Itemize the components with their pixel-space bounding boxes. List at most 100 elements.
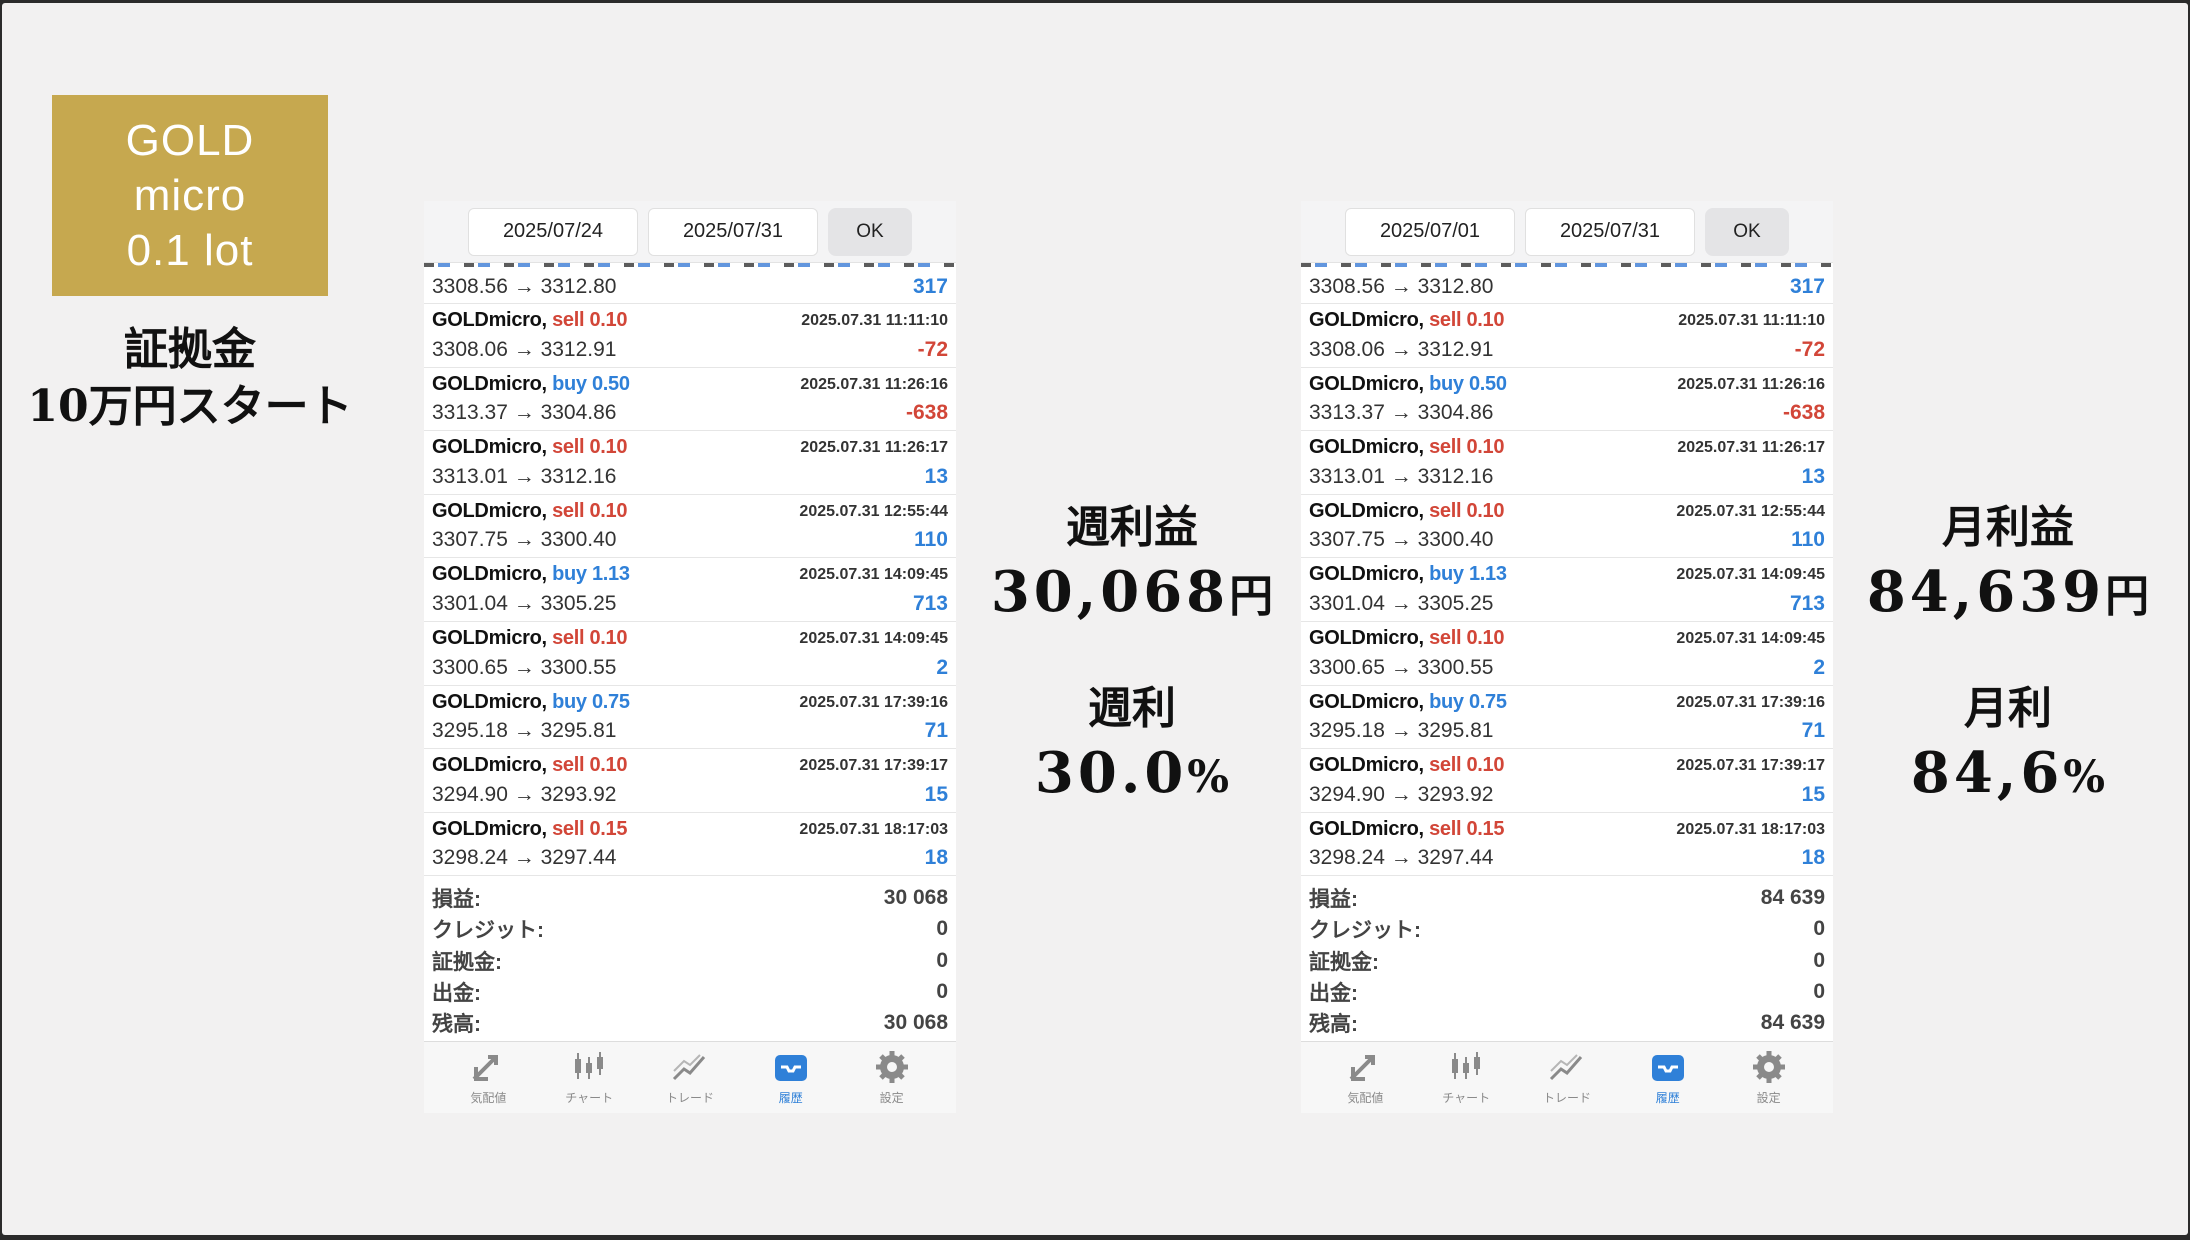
- trade-type: sell 0.10: [552, 499, 628, 522]
- trade-row[interactable]: 3308.56 → 3312.80 317: [1301, 267, 1833, 304]
- trade-row[interactable]: GOLDmicro, buy 0.50 2025.07.31 11:26:16 …: [424, 368, 956, 432]
- trade-symbol: GOLDmicro,: [1309, 754, 1424, 777]
- trade-profit: 13: [924, 464, 948, 488]
- summary-value: 0: [936, 948, 948, 972]
- trade-symbol: GOLDmicro,: [432, 626, 547, 649]
- chart-icon: [575, 1051, 604, 1079]
- trade-row[interactable]: 3308.56 → 3312.80 317: [424, 267, 956, 304]
- summary-value: 30 068: [883, 885, 948, 909]
- trade-profit: -638: [905, 401, 948, 425]
- trade-time: 2025.07.31 14:09:45: [1676, 566, 1825, 584]
- trade-symbol: GOLDmicro,: [432, 563, 547, 586]
- trade-prices: 3295.18 → 3295.81: [432, 719, 617, 743]
- slide: GOLD micro 0.1 lot 証拠金 10万円スタート 2025/07/…: [2, 3, 2188, 1235]
- trade-row[interactable]: GOLDmicro, sell 0.10 2025.07.31 17:39:17…: [1301, 749, 1833, 813]
- trade-icon: [1549, 1054, 1583, 1080]
- trade-profit: 71: [924, 719, 948, 743]
- tab-trade[interactable]: トレード: [645, 1049, 735, 1106]
- trade-title: GOLDmicro, sell 0.10: [1309, 627, 1505, 650]
- settings-icon: [875, 1050, 908, 1083]
- trade-symbol: GOLDmicro,: [432, 817, 547, 840]
- trade-title: GOLDmicro, sell 0.10: [432, 754, 628, 777]
- trade-row[interactable]: GOLDmicro, buy 0.75 2025.07.31 17:39:16 …: [424, 686, 956, 750]
- summary-row: クレジット: 0: [1309, 914, 1825, 945]
- trade-type: sell 0.10: [1429, 754, 1505, 777]
- tab-label: トレード: [665, 1090, 714, 1105]
- date-range-bar: 2025/07/24 2025/07/31 OK: [424, 201, 956, 263]
- tab-settings[interactable]: 設定: [1724, 1049, 1814, 1106]
- summary-row: クレジット: 0: [432, 914, 948, 945]
- ok-button[interactable]: OK: [828, 207, 912, 256]
- trade-row[interactable]: GOLDmicro, sell 0.10 2025.07.31 11:26:17…: [1301, 431, 1833, 495]
- trade-type: sell 0.10: [1429, 499, 1505, 522]
- trade-row[interactable]: GOLDmicro, sell 0.10 2025.07.31 14:09:45…: [1301, 622, 1833, 686]
- trade-row[interactable]: GOLDmicro, sell 0.10 2025.07.31 17:39:17…: [424, 749, 956, 813]
- tab-chart[interactable]: チャート: [1421, 1049, 1511, 1106]
- trade-type: sell 0.15: [552, 817, 628, 840]
- trade-icon: [672, 1054, 706, 1080]
- trade-row[interactable]: GOLDmicro, buy 0.50 2025.07.31 11:26:16 …: [1301, 368, 1833, 432]
- badge-line: 0.1 lot: [126, 226, 254, 275]
- summary-label: クレジット:: [1309, 919, 1421, 943]
- date-from-field[interactable]: 2025/07/01: [1345, 207, 1515, 256]
- trade-type: sell 0.10: [1429, 436, 1505, 459]
- trade-type: buy 0.75: [1429, 690, 1507, 713]
- trade-prices: 3298.24 → 3297.44: [1309, 846, 1494, 870]
- trade-row[interactable]: GOLDmicro, sell 0.10 2025.07.31 14:09:45…: [424, 622, 956, 686]
- trade-title: GOLDmicro, buy 0.75: [1309, 691, 1507, 714]
- monthly-rate-value: 84,6%: [1910, 740, 2106, 806]
- tab-history[interactable]: 履歴: [1623, 1049, 1713, 1106]
- tab-label: 履歴: [778, 1090, 803, 1105]
- tab-trade[interactable]: トレード: [1522, 1049, 1612, 1106]
- trade-profit: 110: [914, 528, 948, 552]
- tab-quotes[interactable]: 気配値: [1320, 1049, 1410, 1106]
- deposit-line: 証拠金: [124, 324, 256, 375]
- tab-label: チャート: [1442, 1090, 1491, 1105]
- trade-prices: 3313.01 → 3312.16: [1309, 464, 1494, 488]
- tab-history[interactable]: 履歴: [746, 1049, 836, 1106]
- trade-row[interactable]: GOLDmicro, sell 0.10 2025.07.31 11:11:10…: [424, 304, 956, 368]
- trade-row[interactable]: GOLDmicro, sell 0.15 2025.07.31 18:17:03…: [424, 813, 956, 877]
- trade-row[interactable]: GOLDmicro, sell 0.10 2025.07.31 11:26:17…: [424, 431, 956, 495]
- tab-label: トレード: [1542, 1090, 1591, 1105]
- trade-row[interactable]: GOLDmicro, buy 1.13 2025.07.31 14:09:45 …: [424, 558, 956, 622]
- trade-symbol: GOLDmicro,: [1309, 436, 1424, 459]
- date-to-field[interactable]: 2025/07/31: [1525, 207, 1695, 256]
- history-icon: [1651, 1054, 1684, 1081]
- trade-profit: 2: [1813, 655, 1825, 679]
- summary-value: 84 639: [1760, 1011, 1825, 1035]
- trade-time: 2025.07.31 11:26:16: [1677, 375, 1825, 393]
- summary-value: 0: [936, 917, 948, 941]
- trade-time: 2025.07.31 11:26:16: [800, 375, 948, 393]
- trade-row[interactable]: GOLDmicro, buy 0.75 2025.07.31 17:39:16 …: [1301, 686, 1833, 750]
- trade-row[interactable]: GOLDmicro, buy 1.13 2025.07.31 14:09:45 …: [1301, 558, 1833, 622]
- tab-quotes[interactable]: 気配値: [443, 1049, 533, 1106]
- trade-row[interactable]: GOLDmicro, sell 0.10 2025.07.31 11:11:10…: [1301, 304, 1833, 368]
- tab-settings[interactable]: 設定: [847, 1049, 937, 1106]
- date-from-field[interactable]: 2025/07/24: [468, 207, 638, 256]
- summary-row: 損益: 30 068: [432, 882, 948, 913]
- trade-row[interactable]: GOLDmicro, sell 0.15 2025.07.31 18:17:03…: [1301, 813, 1833, 877]
- monthly-history-panel: 2025/07/01 2025/07/31 OK 3308.56 → 3312.…: [1301, 201, 1833, 1113]
- trade-row[interactable]: GOLDmicro, sell 0.10 2025.07.31 12:55:44…: [424, 495, 956, 559]
- trade-symbol: GOLDmicro,: [1309, 309, 1424, 331]
- trade-row[interactable]: GOLDmicro, sell 0.10 2025.07.31 12:55:44…: [1301, 495, 1833, 559]
- trade-profit: 18: [924, 846, 948, 870]
- weekly-stats: 週利益 30,068円 週利 30.0%: [987, 499, 1277, 813]
- summary-label: 残高:: [432, 1013, 481, 1037]
- trade-time: 2025.07.31 17:39:17: [1676, 757, 1825, 775]
- trade-time: 2025.07.31 12:55:44: [799, 502, 948, 520]
- tab-chart[interactable]: チャート: [544, 1049, 634, 1106]
- trade-profit: 18: [1801, 846, 1825, 870]
- date-to-field[interactable]: 2025/07/31: [648, 207, 818, 256]
- ok-button[interactable]: OK: [1705, 207, 1789, 256]
- trade-prices: 3301.04 → 3305.25: [1309, 591, 1494, 615]
- bottom-tab-bar: 気配値 チャート トレード 履歴 設定: [424, 1040, 956, 1113]
- trade-symbol: GOLDmicro,: [432, 309, 547, 331]
- settings-icon: [1752, 1050, 1785, 1083]
- deposit-caption: 証拠金 10万円スタート: [22, 321, 358, 435]
- trade-time: 2025.07.31 17:39:16: [799, 693, 948, 711]
- trade-symbol: GOLDmicro,: [432, 372, 547, 395]
- trade-profit: 15: [924, 782, 948, 806]
- account-summary: 損益: 84 639 クレジット: 0 証拠金: 0 出金: 0 残高: 84 639: [1301, 876, 1833, 1040]
